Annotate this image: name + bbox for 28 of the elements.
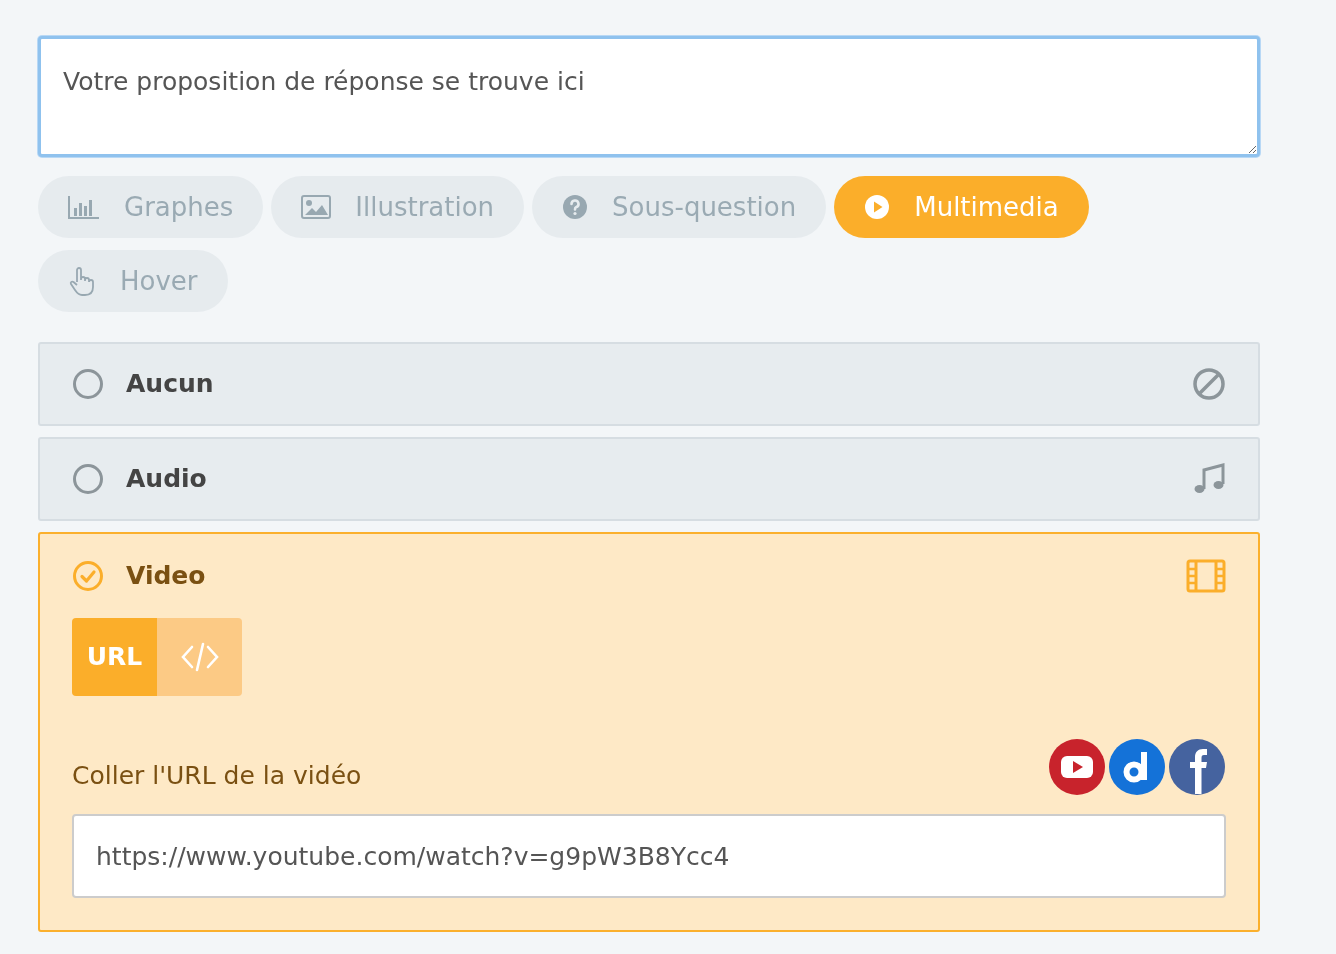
pointing-hand-icon [68, 266, 96, 296]
option-label: Video [126, 560, 207, 593]
image-icon [301, 195, 332, 219]
f-logo-icon [1168, 738, 1226, 796]
bar-chart-icon [68, 195, 100, 219]
music-note-icon [1192, 462, 1226, 496]
tool-tab[interactable]: Graphes [38, 176, 264, 238]
tool-tab[interactable]: Illustration [271, 176, 525, 238]
option-label: Aucun [126, 368, 215, 401]
help-icon [562, 194, 589, 220]
tool-tab[interactable]: Sous-question [532, 176, 827, 238]
answer-field[interactable]: Votre proposition de réponse se trouve ici [38, 36, 1260, 157]
url-mode-button[interactable]: URL [72, 618, 157, 696]
tool-tab[interactable]: Multimedia [834, 176, 1089, 238]
radio-button[interactable] [72, 560, 104, 592]
field-label: Coller l'URL de la vidéo [72, 759, 362, 792]
radio-button[interactable] [72, 463, 104, 495]
prohibited-icon [1192, 367, 1226, 401]
option-label: Audio [126, 463, 208, 496]
play-icon [864, 194, 891, 220]
film-icon [1186, 559, 1226, 593]
code-icon [179, 640, 220, 674]
embed-code-button[interactable] [157, 618, 242, 696]
d-logo-icon [1108, 738, 1166, 796]
radio-button[interactable] [72, 368, 104, 400]
video-play-logo-icon [1048, 738, 1106, 796]
url-field[interactable]: https://www.youtube.com/watch?v=g9pW3B8Ycc4 [72, 814, 1226, 898]
tool-tab[interactable]: Hover [38, 250, 228, 312]
